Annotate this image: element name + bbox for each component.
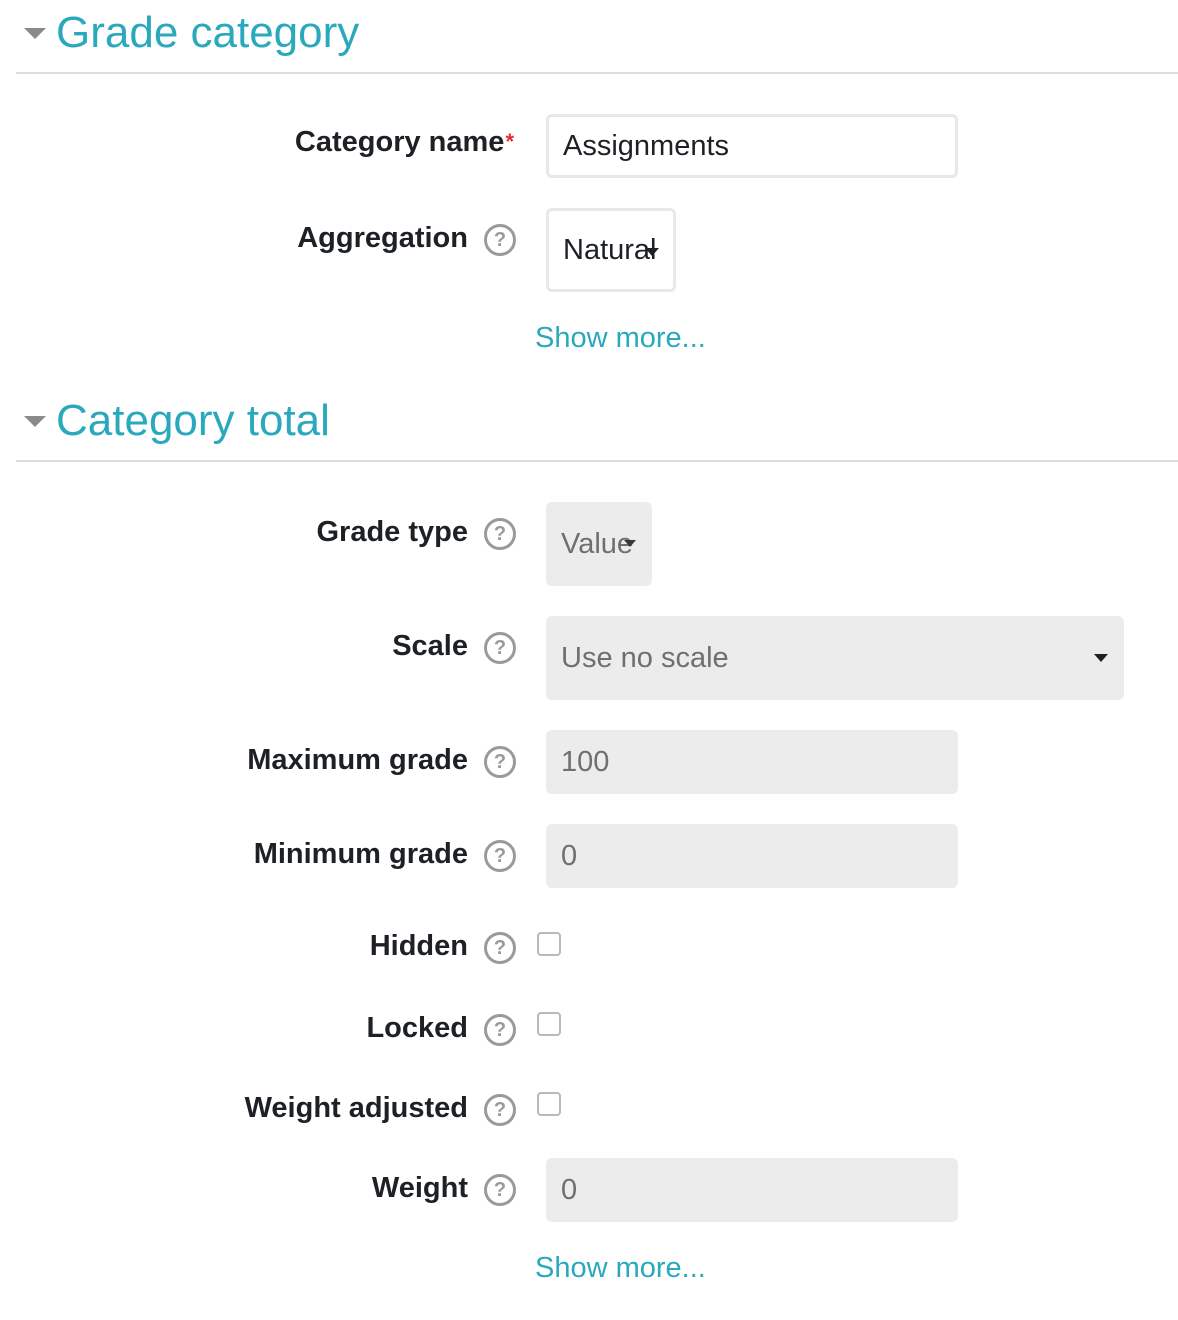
chevron-down-icon xyxy=(624,540,636,547)
weight-row: Weight ? 0 xyxy=(0,1158,1178,1222)
hidden-help-icon[interactable]: ? xyxy=(484,932,516,964)
chevron-down-icon xyxy=(1094,654,1108,662)
aggregation-value: Natural xyxy=(563,233,657,266)
locked-help-icon[interactable]: ? xyxy=(484,1014,516,1046)
locked-row: Locked ? xyxy=(0,1008,1178,1052)
minimum-grade-label: Minimum grade xyxy=(253,838,468,870)
scale-value: Use no scale xyxy=(561,641,729,674)
maximum-grade-input[interactable]: 100 xyxy=(546,730,958,794)
grade-category-show-more-link[interactable]: Show more... xyxy=(535,322,706,355)
hidden-row: Hidden ? xyxy=(0,928,1178,972)
grade-category-header[interactable]: Grade category xyxy=(16,0,1178,74)
minimum-grade-value: 0 xyxy=(561,839,578,872)
maximum-grade-value: 100 xyxy=(561,745,610,778)
collapse-toggle-icon[interactable] xyxy=(24,28,46,39)
category-name-label: Category name* xyxy=(295,124,514,160)
grade-type-value: Value xyxy=(561,527,634,560)
category-total-show-more-link[interactable]: Show more... xyxy=(535,1252,706,1285)
scale-row: Scale ? Use no scale xyxy=(0,616,1178,700)
weight-value: 0 xyxy=(561,1173,578,1206)
scale-label: Scale xyxy=(392,630,468,662)
weight-adjusted-checkbox[interactable] xyxy=(537,1092,561,1116)
scale-select[interactable]: Use no scale xyxy=(546,616,1124,700)
locked-checkbox[interactable] xyxy=(537,1012,561,1036)
chevron-down-icon xyxy=(645,248,659,256)
category-total-header[interactable]: Category total xyxy=(16,388,1178,462)
grade-type-help-icon[interactable]: ? xyxy=(484,518,516,550)
minimum-grade-help-icon[interactable]: ? xyxy=(484,840,516,872)
hidden-label: Hidden xyxy=(369,930,468,962)
maximum-grade-label: Maximum grade xyxy=(247,744,468,776)
required-icon: * xyxy=(505,129,514,154)
minimum-grade-row: Minimum grade ? 0 xyxy=(0,824,1178,888)
weight-adjusted-row: Weight adjusted ? xyxy=(0,1088,1178,1132)
weight-input[interactable]: 0 xyxy=(546,1158,958,1222)
grade-category-title[interactable]: Grade category xyxy=(56,6,359,60)
grade-type-label: Grade type xyxy=(316,516,469,548)
category-total-title[interactable]: Category total xyxy=(56,394,330,448)
aggregation-label: Aggregation xyxy=(297,222,468,254)
minimum-grade-input[interactable]: 0 xyxy=(546,824,958,888)
weight-help-icon[interactable]: ? xyxy=(484,1174,516,1206)
maximum-grade-help-icon[interactable]: ? xyxy=(484,746,516,778)
aggregation-help-icon[interactable]: ? xyxy=(484,224,516,256)
category-name-label-text: Category name xyxy=(294,126,505,158)
category-name-input[interactable]: Assignments xyxy=(546,114,958,178)
scale-help-icon[interactable]: ? xyxy=(484,632,516,664)
weight-adjusted-label: Weight adjusted xyxy=(244,1092,468,1124)
locked-label: Locked xyxy=(366,1012,468,1044)
weight-adjusted-help-icon[interactable]: ? xyxy=(484,1094,516,1126)
category-name-row: Category name* Assignments xyxy=(0,114,1178,178)
aggregation-select[interactable]: Natural xyxy=(546,208,676,292)
grade-type-select[interactable]: Value xyxy=(546,502,652,586)
grade-type-row: Grade type ? Value xyxy=(0,502,1178,586)
category-name-value: Assignments xyxy=(563,129,730,162)
weight-label: Weight xyxy=(371,1172,468,1204)
hidden-checkbox[interactable] xyxy=(537,932,561,956)
maximum-grade-row: Maximum grade ? 100 xyxy=(0,730,1178,794)
collapse-toggle-icon[interactable] xyxy=(24,416,46,427)
aggregation-row: Aggregation ? Natural xyxy=(0,208,1178,292)
